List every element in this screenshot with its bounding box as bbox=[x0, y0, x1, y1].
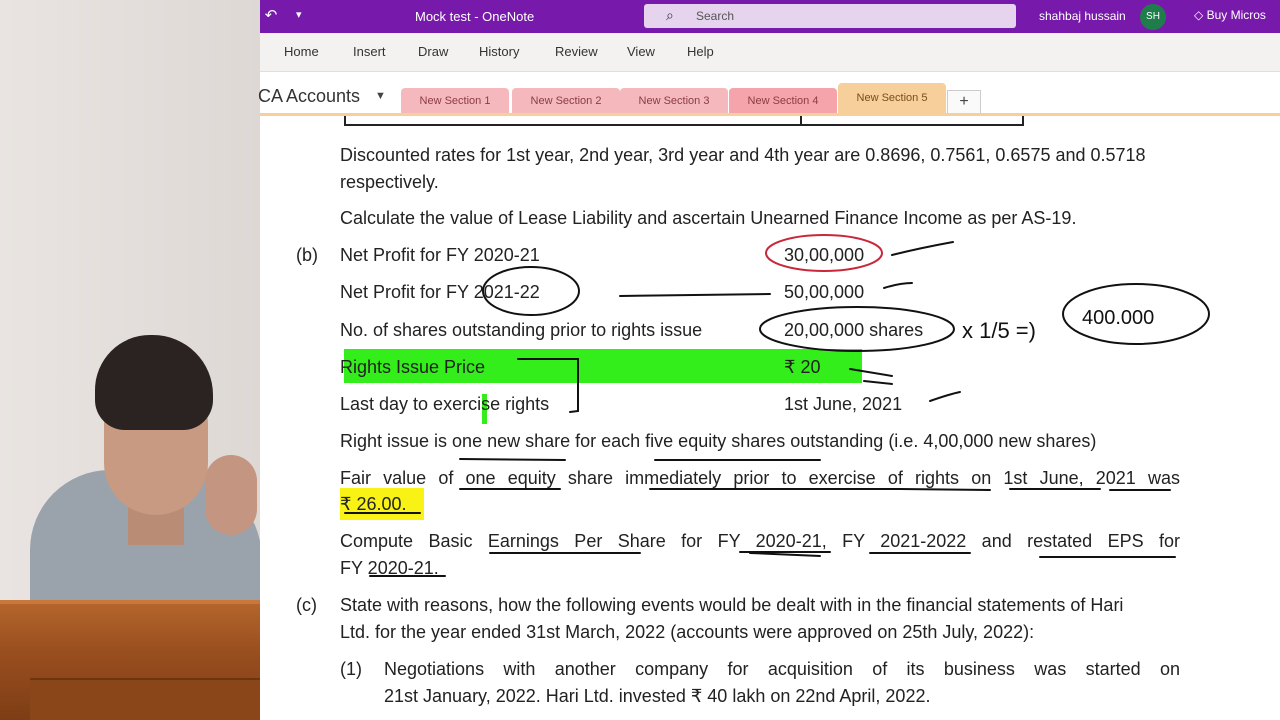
row-label: No. of shares outstanding prior to right… bbox=[340, 320, 703, 340]
c-line-1: State with reasons, how the following ev… bbox=[340, 595, 1124, 615]
item-1-label: (1) bbox=[340, 659, 362, 679]
underline-stroke bbox=[459, 458, 566, 461]
title-bar: ↶ ▾ Mock test - OneNote ⌕ Search shahbaj… bbox=[260, 0, 1280, 33]
window-title: Mock test - OneNote bbox=[415, 9, 535, 24]
notebook-bar: CA Accounts ▼ New Section 1 New Section … bbox=[258, 72, 1280, 115]
row-label: Last day to exercise rights bbox=[340, 394, 550, 414]
tick-mark bbox=[883, 282, 913, 289]
item-1-line-2: 21st January, 2022. Hari Ltd. invested ₹… bbox=[384, 686, 931, 706]
underline-stroke bbox=[749, 552, 821, 557]
annotation-multiplier: x 1/5 =) bbox=[962, 318, 1036, 343]
fair-value-line-2: ₹ 26.00. bbox=[340, 494, 407, 514]
item-1-line-1: Negotiations with another company for ac… bbox=[384, 659, 1180, 679]
compute-line-1: Compute Basic Earnings Per Share for FY … bbox=[340, 531, 1180, 551]
annotation-result: 400.000 bbox=[1082, 307, 1154, 329]
section-tab-2[interactable]: New Section 2 bbox=[512, 88, 620, 114]
tick-mark bbox=[929, 391, 961, 402]
row-label: Net Profit for FY 2021-22 bbox=[340, 282, 540, 302]
diamond-icon: ◇ bbox=[1194, 8, 1207, 22]
compute-line-2: FY 2020-21. bbox=[340, 558, 439, 578]
user-name[interactable]: shahbaj hussain bbox=[1039, 9, 1126, 23]
table-fragment bbox=[344, 116, 1024, 126]
c-line-2: Ltd. for the year ended 31st March, 2022… bbox=[340, 622, 1035, 642]
tab-home[interactable]: Home bbox=[284, 44, 319, 59]
section-tab-4[interactable]: New Section 4 bbox=[729, 88, 837, 114]
row-value: 1st June, 2021 bbox=[784, 394, 903, 414]
search-placeholder: Search bbox=[696, 9, 735, 23]
avatar[interactable]: SH bbox=[1140, 4, 1166, 30]
row-value: 50,00,000 bbox=[784, 282, 865, 302]
tab-help[interactable]: Help bbox=[687, 44, 714, 59]
part-c-label: (c) bbox=[296, 595, 317, 615]
table-divider bbox=[800, 116, 802, 126]
chevron-down-icon[interactable]: ▼ bbox=[375, 90, 386, 102]
notebook-name[interactable]: CA Accounts bbox=[258, 86, 360, 107]
row-value: 20,00,000 shares bbox=[784, 320, 924, 340]
presenter-hand bbox=[205, 455, 257, 535]
search-icon: ⌕ bbox=[666, 7, 674, 23]
search-box[interactable]: ⌕ Search bbox=[644, 4, 1016, 28]
undo-icon[interactable]: ↶ bbox=[260, 6, 282, 26]
buy-microsoft-button[interactable]: ◇ Buy Micros bbox=[1194, 8, 1266, 22]
row-value: 30,00,000 bbox=[784, 245, 865, 265]
row-label: Rights Issue Price bbox=[340, 357, 486, 377]
section-tab-5-active[interactable]: New Section 5 bbox=[838, 83, 946, 114]
tab-history[interactable]: History bbox=[479, 44, 519, 59]
calculate-line: Calculate the value of Lease Liability a… bbox=[340, 208, 1077, 228]
fair-value-line-1: Fair value of one equity share immediate… bbox=[340, 468, 1180, 488]
tab-review[interactable]: Review bbox=[555, 44, 598, 59]
tab-view[interactable]: View bbox=[627, 44, 655, 59]
underline-stroke bbox=[619, 293, 771, 297]
podium-base bbox=[30, 678, 270, 720]
discount-line-2: respectively. bbox=[340, 172, 439, 192]
row-value: ₹ 20 bbox=[784, 357, 821, 377]
section-tab-1[interactable]: New Section 1 bbox=[401, 88, 509, 114]
buy-label: Buy Micros bbox=[1206, 8, 1266, 22]
right-issue-line: Right issue is one new share for each fi… bbox=[340, 431, 1097, 451]
underline-stroke bbox=[899, 488, 991, 491]
note-page[interactable]: Discounted rates for 1st year, 2nd year,… bbox=[260, 116, 1280, 720]
tab-insert[interactable]: Insert bbox=[353, 44, 386, 59]
add-section-button[interactable]: + bbox=[947, 90, 981, 114]
circle-400000 bbox=[1062, 283, 1210, 345]
dash-mark bbox=[863, 380, 893, 385]
ribbon: Home Insert Draw History Review View Hel… bbox=[260, 33, 1280, 72]
tick-mark bbox=[891, 241, 954, 256]
row-label: Net Profit for FY 2020-21 bbox=[340, 245, 540, 265]
quick-access-dropdown-icon[interactable]: ▾ bbox=[296, 8, 302, 21]
tab-draw[interactable]: Draw bbox=[418, 44, 448, 59]
discount-line-1: Discounted rates for 1st year, 2nd year,… bbox=[340, 145, 1146, 165]
part-b-label: (b) bbox=[296, 245, 318, 265]
section-tab-3[interactable]: New Section 3 bbox=[620, 88, 728, 114]
